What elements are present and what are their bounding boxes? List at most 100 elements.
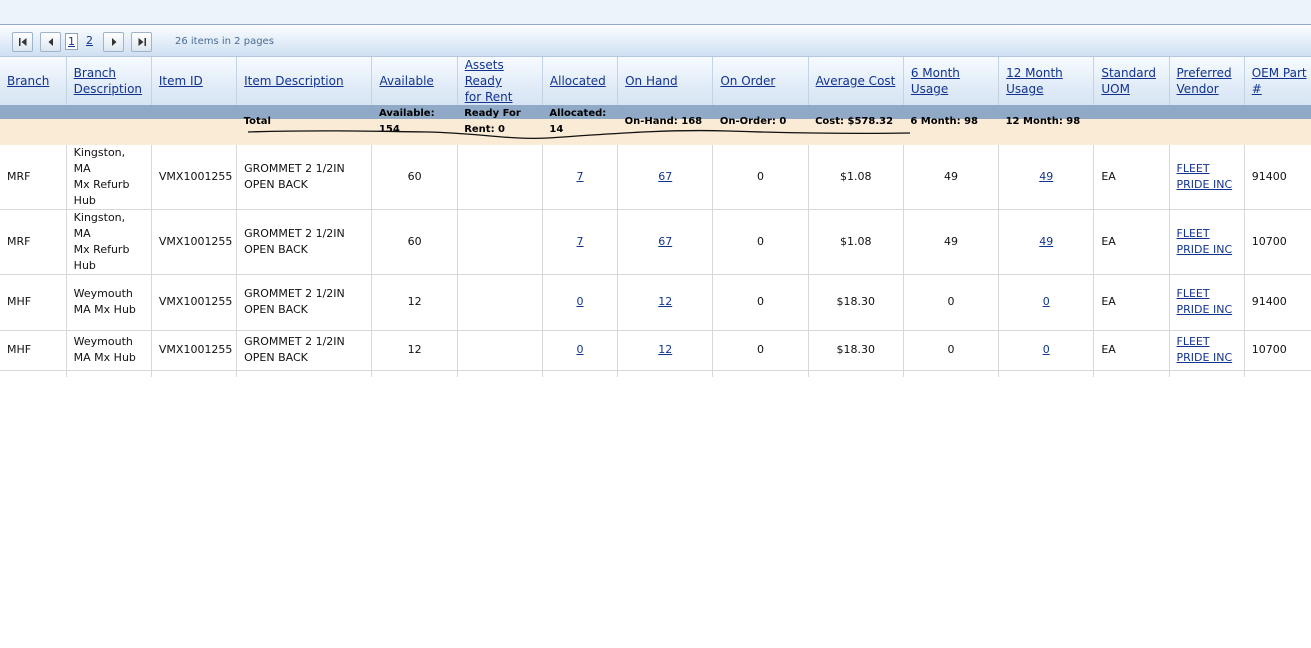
col-branch[interactable]: Branch xyxy=(0,57,67,106)
total-6-month: 6 Month: 98 xyxy=(910,115,979,127)
cell-allocated-link[interactable]: 7 xyxy=(542,209,619,275)
next-page-icon xyxy=(112,38,117,46)
cell-item-description-text: GROMMET 2 1/2IN xyxy=(244,335,345,348)
cell-on-hand-link[interactable]: 5 xyxy=(617,370,714,377)
col-available[interactable]: Available xyxy=(371,57,458,106)
cell-vendor-link-text[interactable]: FLEET xyxy=(1177,334,1237,350)
col-assets-ready[interactable]: Assets Ready for Rent xyxy=(457,57,543,106)
next-page-button[interactable] xyxy=(103,32,124,52)
col-oem-part[interactable]: OEM Part # xyxy=(1244,57,1311,106)
cell-oem-part: 91400 xyxy=(1244,144,1311,210)
cell-uom-text: EA xyxy=(1101,343,1116,356)
cell-vendor-link[interactable]: FLEET PRIDE INC xyxy=(1169,274,1245,331)
table-row[interactable]: MOBHouston TXVMX1001255GROMMET 2 1/2IN50… xyxy=(0,370,1311,377)
cell-on-hand-link-text[interactable]: 67 xyxy=(658,235,672,248)
cell-allocated-link[interactable]: 0 xyxy=(542,330,619,371)
cell-12-month-usage-link[interactable]: 0 xyxy=(998,330,1095,371)
cell-allocated-link[interactable]: 0 xyxy=(542,370,619,377)
cell-allocated-link-text[interactable]: 7 xyxy=(577,170,584,183)
cell-12-month-usage-link-text[interactable]: 49 xyxy=(1039,170,1053,183)
cell-vendor-link[interactable]: FLEET PRIDE INC xyxy=(1169,330,1245,371)
cell-vendor-link[interactable]: FLEET PRIDE INC xyxy=(1169,144,1245,210)
table-row[interactable]: MRF Kingston, MA Mx Refurb Hub VMX1001255 GRO… xyxy=(0,209,1311,275)
col-12-month-usage[interactable]: 12 Month Usage xyxy=(998,57,1095,106)
cell-branch-description-text: Mx Refurb xyxy=(73,242,130,256)
cell-allocated-link[interactable]: 7 xyxy=(542,144,619,210)
col-preferred-vendor[interactable]: Preferred Vendor xyxy=(1169,57,1245,106)
col-6-month-usage[interactable]: 6 Month Usage xyxy=(903,57,1000,106)
cell-vendor-link[interactable]: FLEET xyxy=(1169,370,1245,377)
cell-oem-part: 10700 xyxy=(1244,330,1311,371)
cell-on-hand-link-text[interactable]: 12 xyxy=(658,295,672,308)
col-allocated[interactable]: Allocated xyxy=(542,57,619,106)
cell-on-hand-link[interactable]: 12 xyxy=(617,330,714,371)
cell-12-month-usage-link-text[interactable]: 0 xyxy=(1043,343,1050,356)
cell-vendor-link-text[interactable]: PRIDE INC xyxy=(1177,350,1237,366)
cell-available: 60 xyxy=(371,209,458,275)
cell-branch-description: Weymouth MA Mx Hub xyxy=(66,274,152,331)
total-12-month: 12 Month: 98 xyxy=(1005,115,1081,127)
cell-item-description-text: GROMMET 2 1/2IN xyxy=(244,226,345,240)
inventory-table: Branch Branch Description Item ID Item De… xyxy=(0,57,1311,377)
cell-12-month-usage-link[interactable]: 49 xyxy=(998,209,1095,275)
col-on-hand[interactable]: On Hand xyxy=(617,57,714,106)
table-row[interactable]: MHF Weymouth MA Mx Hub VMX1001255 GROMMET 2 … xyxy=(0,330,1311,371)
cell-12-month-usage-link[interactable]: 49 xyxy=(998,144,1095,210)
cell-average-cost: $1.08 xyxy=(808,144,904,210)
cell-item-description: GROMMET 2 1/2IN xyxy=(236,370,373,377)
cell-allocated-link-text[interactable]: 0 xyxy=(577,295,584,308)
cell-12-month-usage-link-text[interactable]: 49 xyxy=(1039,235,1053,248)
cell-12-month-usage-link[interactable]: 0 xyxy=(998,274,1095,331)
col-item-id[interactable]: Item ID xyxy=(151,57,238,106)
cell-on-hand-link[interactable]: 67 xyxy=(617,144,714,210)
cell-on-hand-link-text[interactable]: 67 xyxy=(658,170,672,183)
cell-on-order-text: 0 xyxy=(756,343,764,356)
cell-available: 60 xyxy=(371,144,458,210)
cell-average-cost: $18.30 xyxy=(808,330,904,371)
cell-on-hand-link-text[interactable]: 12 xyxy=(658,343,672,356)
cell-branch-description-text: Weymouth xyxy=(73,335,133,348)
cell-branch-description-text: Kingston, MA xyxy=(73,145,126,175)
cell-available-text: 12 xyxy=(407,295,422,308)
prev-page-button[interactable] xyxy=(40,32,61,52)
cell-vendor-link-text[interactable]: PRIDE INC xyxy=(1177,242,1237,258)
cell-12-month-usage-link[interactable]: 0 xyxy=(998,370,1095,377)
cell-vendor-link-text[interactable]: FLEET xyxy=(1177,286,1237,302)
page-link-2[interactable]: 2 xyxy=(86,34,93,47)
cell-item-id: VMX1001255 xyxy=(151,144,238,210)
page-link-1[interactable]: 1 xyxy=(65,33,78,50)
cell-6-month-usage-text: 49 xyxy=(943,169,958,183)
cell-item-description: GROMMET 2 1/2IN OPEN BACK xyxy=(236,144,373,210)
cell-uom: EA xyxy=(1093,370,1170,377)
col-branch-description[interactable]: Branch Description xyxy=(66,57,152,106)
cell-average-cost-text: $1.08 xyxy=(839,169,872,183)
cell-vendor-link-text[interactable]: FLEET xyxy=(1177,161,1237,177)
table-row[interactable]: MHF Weymouth MA Mx Hub VMX1001255 GROMMET 2 … xyxy=(0,274,1311,331)
cell-on-hand-link[interactable]: 67 xyxy=(617,209,714,275)
cell-12-month-usage-link-text[interactable]: 0 xyxy=(1043,295,1050,308)
cell-on-order-text: 0 xyxy=(756,295,764,308)
cell-available: 5 xyxy=(371,370,458,377)
cell-on-order-text: 0 xyxy=(756,234,764,248)
cell-allocated-link-text[interactable]: 7 xyxy=(577,235,584,248)
cell-uom-text: EA xyxy=(1101,234,1116,248)
first-page-button[interactable] xyxy=(12,32,33,52)
cell-uom-text: EA xyxy=(1101,169,1116,183)
cell-allocated-link[interactable]: 0 xyxy=(542,274,619,331)
cell-on-order: 0 xyxy=(712,209,809,275)
cell-on-hand-link[interactable]: 12 xyxy=(617,274,714,331)
cell-6-month-usage: 49 xyxy=(903,144,1000,210)
cell-on-order: 0 xyxy=(712,274,809,331)
table-row[interactable]: MRF Kingston, MA Mx Refurb Hub VMX1001255 GRO… xyxy=(0,144,1311,210)
cell-vendor-link[interactable]: FLEET PRIDE INC xyxy=(1169,209,1245,275)
col-average-cost[interactable]: Average Cost xyxy=(808,57,904,106)
last-page-button[interactable] xyxy=(131,32,152,52)
cell-ready-for-rent xyxy=(457,209,543,275)
col-item-description[interactable]: Item Description xyxy=(236,57,373,106)
cell-vendor-link-text[interactable]: FLEET xyxy=(1177,226,1237,242)
cell-vendor-link-text[interactable]: PRIDE INC xyxy=(1177,177,1237,193)
col-on-order[interactable]: On Order xyxy=(712,57,809,106)
cell-allocated-link-text[interactable]: 0 xyxy=(577,343,584,356)
cell-vendor-link-text[interactable]: PRIDE INC xyxy=(1177,302,1237,318)
col-standard-uom[interactable]: Standard UOM xyxy=(1093,57,1170,106)
